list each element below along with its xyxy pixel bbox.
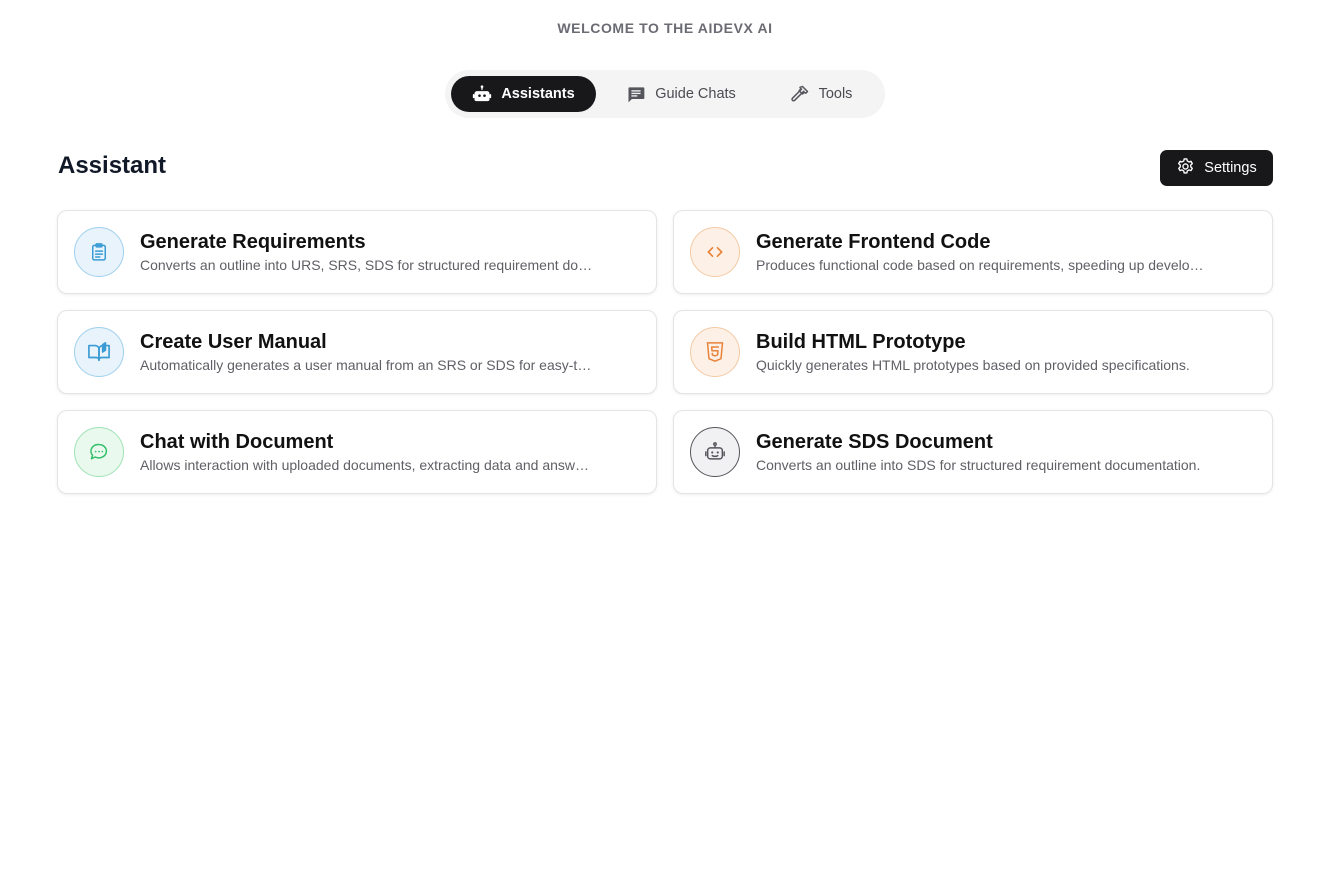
card-description: Quickly generates HTML prototypes based … xyxy=(756,356,1190,373)
card-chat-with-document[interactable]: Chat with Document Allows interaction wi… xyxy=(57,410,657,494)
gear-icon xyxy=(1176,157,1195,180)
chat-bubble-icon xyxy=(74,427,124,477)
welcome-heading: WELCOME TO THE AIDEVX AI xyxy=(557,20,773,36)
section-title: Assistant xyxy=(58,152,167,179)
tab-tools[interactable]: Tools xyxy=(766,76,876,112)
clipboard-icon xyxy=(74,227,124,277)
card-title: Generate SDS Document xyxy=(756,430,993,453)
card-generate-sds-document[interactable]: Generate SDS Document Converts an outlin… xyxy=(673,410,1273,494)
chat-square-icon xyxy=(626,84,646,104)
assistant-grid: Generate Requirements Converts an outlin… xyxy=(57,210,1273,494)
tab-label: Assistants xyxy=(501,86,575,102)
card-description: Produces functional code based on requir… xyxy=(756,256,1211,273)
settings-button[interactable]: Settings xyxy=(1160,150,1273,186)
card-description: Automatically generates a user manual fr… xyxy=(140,356,595,373)
tab-bar: Assistants Guide Chats Tools xyxy=(445,70,885,118)
card-build-html-prototype[interactable]: Build HTML Prototype Quickly generates H… xyxy=(673,310,1273,394)
html5-icon xyxy=(690,327,740,377)
code-icon xyxy=(690,227,740,277)
card-title: Chat with Document xyxy=(140,430,334,453)
card-description: Converts an outline into URS, SRS, SDS f… xyxy=(140,256,595,273)
card-generate-frontend-code[interactable]: Generate Frontend Code Produces function… xyxy=(673,210,1273,294)
hammer-icon xyxy=(790,84,810,104)
tab-label: Tools xyxy=(818,86,853,102)
settings-label: Settings xyxy=(1204,160,1257,176)
card-description: Allows interaction with uploaded documen… xyxy=(140,456,595,473)
tab-guide-chats[interactable]: Guide Chats xyxy=(596,76,766,112)
tab-label: Guide Chats xyxy=(655,86,736,102)
card-title: Create User Manual xyxy=(140,330,327,353)
card-generate-requirements[interactable]: Generate Requirements Converts an outlin… xyxy=(57,210,657,294)
card-create-user-manual[interactable]: Create User Manual Automatically generat… xyxy=(57,310,657,394)
card-title: Build HTML Prototype xyxy=(756,330,966,353)
card-title: Generate Frontend Code xyxy=(756,230,991,253)
robot-icon xyxy=(690,427,740,477)
tab-assistants[interactable]: Assistants xyxy=(451,76,596,112)
book-icon xyxy=(74,327,124,377)
card-description: Converts an outline into SDS for structu… xyxy=(756,456,1201,473)
card-title: Generate Requirements xyxy=(140,230,366,253)
robot-icon xyxy=(472,84,492,104)
